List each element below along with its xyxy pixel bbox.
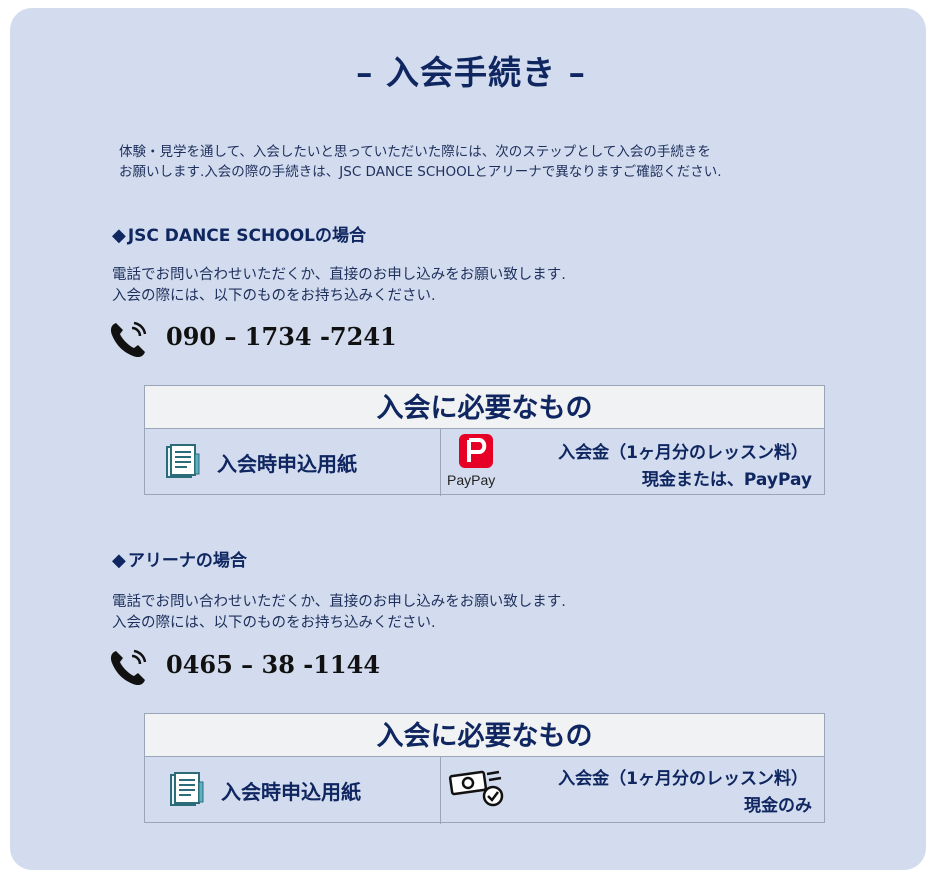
document-icon xyxy=(170,772,204,806)
intro-line-1: 体験・見学を通して、入会したいと思っていただいた際には、次のステップとして入会の… xyxy=(119,144,711,160)
paypay-badge xyxy=(459,434,493,468)
desc-line-2: 入会の際には、以下のものをお持ち込みください. xyxy=(112,288,436,304)
section-heading-arena: ◆ アリーナの場合 xyxy=(112,546,247,571)
desc-line-1: 電話でお問い合わせいただくか、直接のお申し込みをお願い致します. xyxy=(112,267,566,283)
section-heading-text: アリーナの場合 xyxy=(127,551,247,571)
desc-line-1: 電話でお問い合わせいただくか、直接のお申し込みをお願い致します. xyxy=(112,594,566,610)
requirements-title: 入会に必要なもの xyxy=(145,714,824,757)
desc-line-2: 入会の際には、以下のものをお持ち込みください. xyxy=(112,615,436,631)
phone-number: 0465 – 38 -1144 xyxy=(166,650,381,679)
form-label: 入会時申込用紙 xyxy=(221,780,361,804)
section-heading-text: JSC DANCE SCHOOLの場合 xyxy=(127,226,366,246)
section-heading-school: ◆ JSC DANCE SCHOOLの場合 xyxy=(112,221,366,246)
phone-icon xyxy=(110,321,147,358)
page-title: – 入会手続き – xyxy=(356,53,586,92)
requirement-fee-cell: PayPay 入会金（1ヶ月分のレッスン料） 現金または、PayPay xyxy=(441,428,824,494)
requirement-form-cell: 入会時申込用紙 xyxy=(145,756,441,824)
diamond-icon: ◆ xyxy=(112,550,126,571)
paypay-logo-text: PayPay xyxy=(447,472,496,488)
document-icon xyxy=(166,444,200,478)
requirements-title: 入会に必要なもの xyxy=(145,386,824,429)
phone-icon xyxy=(110,649,147,686)
payment-method: 現金のみ xyxy=(744,796,812,816)
section-desc-arena: 電話でお問い合わせいただくか、直接のお申し込みをお願い致します. 入会の際には、… xyxy=(112,592,566,634)
fee-label: 入会金（1ヶ月分のレッスン料） xyxy=(558,443,808,463)
diamond-icon: ◆ xyxy=(112,225,126,246)
requirement-form-cell: 入会時申込用紙 xyxy=(145,428,441,496)
phone-number: 090 – 1734 -7241 xyxy=(166,322,397,351)
paypay-p-icon xyxy=(467,438,487,462)
paypay-logo: PayPay xyxy=(447,432,503,488)
section-desc-school: 電話でお問い合わせいただくか、直接のお申し込みをお願い致します. 入会の際には、… xyxy=(112,265,566,307)
requirements-table-school: 入会に必要なもの 入会時申込用紙 PayPay 入会金（1ヶ月分のレッスン料） … xyxy=(144,385,825,496)
payment-method: 現金または、PayPay xyxy=(641,470,812,490)
fee-label: 入会金（1ヶ月分のレッスン料） xyxy=(558,769,808,789)
requirement-fee-cell: 入会金（1ヶ月分のレッスン料） 現金のみ xyxy=(441,756,824,822)
form-label: 入会時申込用紙 xyxy=(217,452,357,476)
requirements-table-arena: 入会に必要なもの 入会時申込用紙 入会金（1ヶ月分のレッスン料） 現金のみ xyxy=(144,713,825,824)
intro-text: 体験・見学を通して、入会したいと思っていただいた際には、次のステップとして入会の… xyxy=(119,142,839,182)
intro-line-2: お願いします.入会の際の手続きは、JSC DANCE SCHOOLとアリーナで異… xyxy=(119,164,722,180)
cash-icon xyxy=(448,770,504,807)
